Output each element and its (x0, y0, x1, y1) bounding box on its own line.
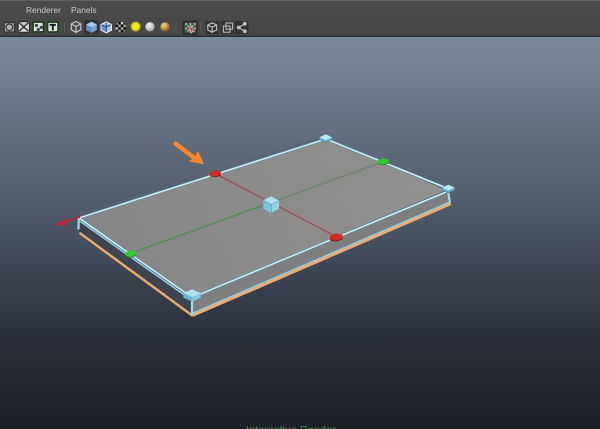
svg-text:Renderer: Renderer (26, 5, 61, 15)
svg-text:Interactive Render: Interactive Render (246, 424, 336, 429)
svg-text:Panels: Panels (71, 5, 97, 15)
